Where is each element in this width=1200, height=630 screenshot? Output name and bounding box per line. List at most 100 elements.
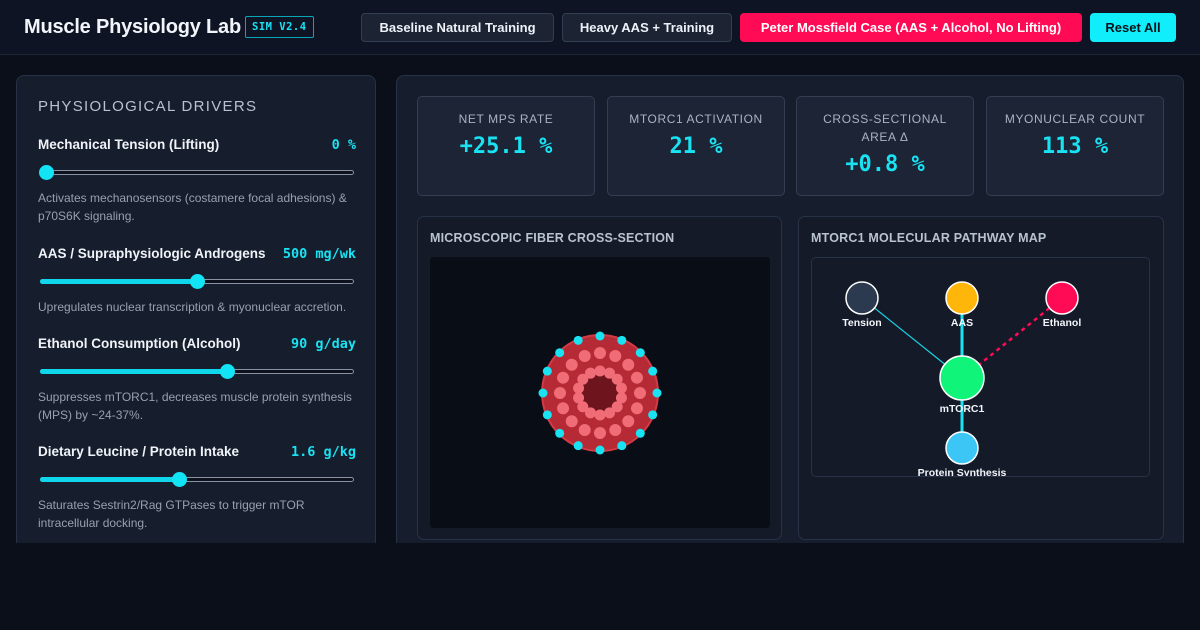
metric-value: +25.1 % (459, 134, 553, 159)
slider-fill (40, 279, 197, 284)
pathway-label-synthesis: Protein Synthesis (918, 467, 1007, 477)
pathway-label-ethanol: Ethanol (1043, 317, 1082, 329)
myofibril-outer (594, 347, 606, 359)
myonucleus (555, 348, 565, 358)
pathway-label-aas: AAS (951, 317, 973, 329)
driver-label: AAS / Supraphysiologic Androgens (38, 246, 266, 261)
drivers-panel: PHYSIOLOGICAL DRIVERS Mechanical Tension… (16, 75, 376, 575)
driver-description: Suppresses mTORC1, decreases muscle prot… (38, 390, 352, 422)
pathway-node-tension[interactable] (845, 281, 879, 315)
slider-thumb[interactable] (190, 274, 205, 289)
myofibril-outer (609, 423, 622, 436)
myofibril-inner (594, 409, 606, 421)
ethanol-slider[interactable] (38, 364, 356, 379)
metric-card-mtorc1: MTORC1 ACTIVATION 21 % (607, 96, 785, 196)
slider-track (40, 170, 354, 175)
myofibril-inner (604, 407, 616, 419)
driver-value: 0 % (331, 137, 356, 153)
slider-thumb[interactable] (220, 364, 236, 379)
myonucleus (635, 348, 645, 358)
myofibril-outer (554, 387, 566, 399)
page-footer-area (0, 543, 1200, 630)
myonucleus (648, 366, 658, 376)
app-title: Muscle Physiology Lab (24, 16, 241, 38)
preset-baseline-button[interactable]: Baseline Natural Training (361, 13, 554, 42)
myofibril-outer (630, 371, 643, 384)
myofibril-outer (565, 415, 578, 428)
myonucleus (595, 331, 605, 341)
myonucleus (635, 428, 645, 438)
myonucleus (648, 410, 658, 420)
myofibril-inner (584, 367, 596, 379)
myofibril-inner (615, 382, 627, 394)
myonucleus (573, 441, 583, 451)
metric-card-csa: CROSS-SECTIONAL AREA Δ +0.8 % (796, 96, 974, 196)
driver-description: Upregulates nuclear transcription & myon… (38, 300, 347, 314)
myonucleus (542, 410, 552, 420)
top-bar: Muscle Physiology Lab SIM V2.4 Baseline … (0, 0, 1200, 55)
reset-all-button[interactable]: Reset All (1090, 13, 1176, 42)
metric-label: NET MPS RATE (458, 112, 554, 126)
myonucleus (538, 388, 548, 398)
myofibril-outer (594, 427, 606, 439)
myonucleus (652, 388, 662, 398)
pathway-node-synthesis[interactable] (945, 431, 979, 465)
driver-value: 1.6 g/kg (290, 444, 356, 460)
myofibril-inner (594, 365, 606, 377)
myofibril-inner (573, 392, 585, 404)
myofibril-outer (557, 371, 570, 384)
myonucleus (555, 428, 565, 438)
myofibril-outer (634, 387, 646, 399)
tension-slider[interactable] (38, 165, 356, 180)
preset-heavy-aas-button[interactable]: Heavy AAS + Training (562, 13, 732, 42)
driver-value: 90 g/day (290, 336, 356, 352)
metric-value: 21 % (669, 134, 723, 159)
myofibril-outer (578, 423, 591, 436)
driver-label: Mechanical Tension (Lifting) (38, 137, 220, 152)
pathway-canvas: Tension AAS Ethanol mTORC1 Protein Synthesis (811, 257, 1150, 477)
pathway-diagram: Tension AAS Ethanol mTORC1 Protein Synthesis (842, 281, 1082, 477)
fiber-diagram (538, 331, 662, 455)
leucine-slider[interactable] (38, 472, 356, 487)
drivers-heading: PHYSIOLOGICAL DRIVERS (38, 98, 258, 115)
fiber-card-title: MICROSCOPIC FIBER CROSS-SECTION (430, 231, 675, 245)
slider-fill (40, 477, 179, 482)
myonucleus (542, 366, 552, 376)
metric-label: MTORC1 ACTIVATION (629, 112, 763, 126)
metric-card-myonuclear: MYONUCLEAR COUNT 113 % (986, 96, 1164, 196)
myofibril-outer (622, 358, 635, 371)
metric-value: 113 % (1041, 134, 1109, 159)
myonucleus (595, 445, 605, 455)
driver-value: 500 mg/wk (282, 246, 356, 262)
myofibril-outer (630, 402, 643, 415)
pathway-card: MTORC1 MOLECULAR PATHWAY MAP Tension AAS E… (798, 216, 1164, 540)
myofibril-outer (565, 358, 578, 371)
myonucleus (573, 335, 583, 345)
aas-slider[interactable] (38, 274, 356, 289)
pathway-node-mtorc1[interactable] (939, 355, 985, 401)
myonucleus (617, 335, 627, 345)
version-badge: SIM V2.4 (245, 16, 314, 38)
preset-mossfield-case-button[interactable]: Peter Mossfield Case (AAS + Alcohol, No … (740, 13, 1082, 42)
driver-label: Ethanol Consumption (Alcohol) (38, 336, 241, 351)
driver-description: Saturates Sestrin2/Rag GTPases to trigge… (38, 498, 305, 530)
metric-value: +0.8 % (845, 152, 925, 177)
pathway-label-mtorc1: mTORC1 (940, 403, 985, 415)
slider-thumb[interactable] (171, 472, 187, 487)
myofibril-outer (557, 402, 570, 415)
metric-card-mps: NET MPS RATE +25.1 % (417, 96, 595, 196)
myofibril-outer (609, 350, 622, 363)
metric-label: MYONUCLEAR COUNT (1004, 112, 1146, 126)
fiber-canvas (430, 257, 770, 528)
myofibril-outer (622, 415, 635, 428)
pathway-node-aas[interactable] (945, 281, 979, 315)
fiber-card: MICROSCOPIC FIBER CROSS-SECTION (417, 216, 782, 540)
driver-description: Activates mechanosensors (costamere foca… (38, 191, 347, 223)
pathway-node-ethanol[interactable] (1045, 281, 1079, 315)
metric-label: CROSS-SECTIONAL AREA Δ (823, 112, 947, 144)
myofibril-outer (578, 350, 591, 363)
myonucleus (617, 441, 627, 451)
slider-thumb[interactable] (39, 165, 54, 180)
driver-label: Dietary Leucine / Protein Intake (38, 444, 240, 459)
slider-fill (40, 369, 228, 374)
